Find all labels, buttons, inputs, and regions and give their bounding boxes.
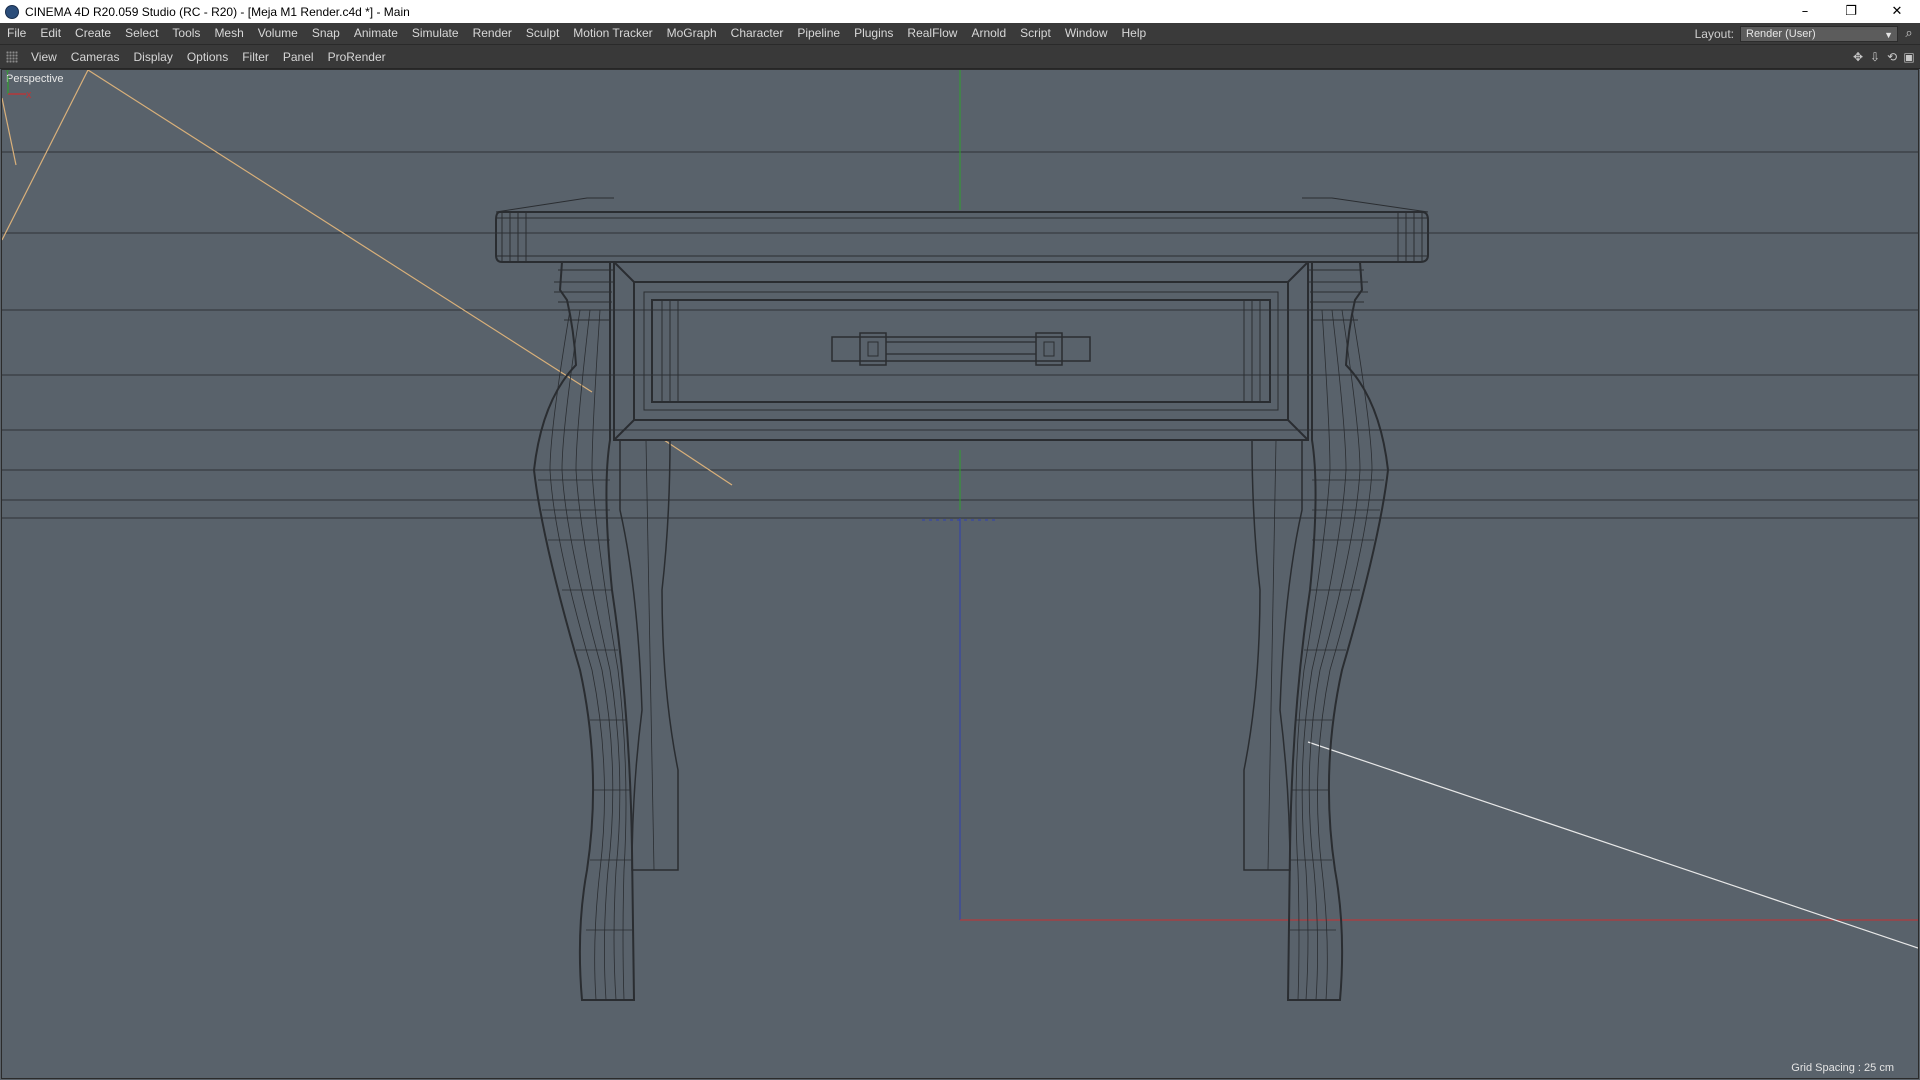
viewport-menu-panel[interactable]: Panel [276,50,321,64]
menu-pipeline[interactable]: Pipeline [790,23,847,44]
viewport-menu-cameras[interactable]: Cameras [64,50,127,64]
toggle-view-layout-icon[interactable]: ▣ [1902,50,1916,64]
window-controls: – ❐ ✕ [1782,0,1920,23]
window-title: CINEMA 4D R20.059 Studio (RC - R20) - [M… [25,4,410,19]
axis-gizmo-y-label: Y [4,70,10,77]
layout-area: Layout: Render (User) ▼ ⌕ [1695,23,1920,44]
menu-arnold[interactable]: Arnold [964,23,1013,44]
menu-character[interactable]: Character [724,23,791,44]
main-menu-bar: File Edit Create Select Tools Mesh Volum… [0,23,1920,45]
menu-edit[interactable]: Edit [33,23,68,44]
menu-sculpt[interactable]: Sculpt [519,23,566,44]
viewport-nav-icons: ✥ ⇩ ⟲ ▣ [1851,45,1916,68]
menu-mesh[interactable]: Mesh [207,23,250,44]
axis-gizmo-x-label: X [26,91,32,100]
menu-animate[interactable]: Animate [347,23,405,44]
viewport-menu-display[interactable]: Display [126,50,179,64]
menu-render[interactable]: Render [466,23,519,44]
viewport-scene [2,70,1918,1001]
restore-button[interactable]: ❐ [1828,0,1874,23]
menu-motion-tracker[interactable]: Motion Tracker [566,23,659,44]
close-button[interactable]: ✕ [1874,0,1920,23]
move-view-icon[interactable]: ✥ [1851,50,1865,64]
panel-grip-icon[interactable] [6,50,18,63]
axis-gizmo-icon: Y X [4,70,32,100]
menu-create[interactable]: Create [68,23,118,44]
menu-select[interactable]: Select [118,23,165,44]
viewport-menu-prorender[interactable]: ProRender [321,50,393,64]
perspective-viewport[interactable]: Perspective Y X Grid Spacing : 25 cm [1,69,1919,1079]
menu-plugins[interactable]: Plugins [847,23,900,44]
menu-realflow[interactable]: RealFlow [900,23,964,44]
viewport-menu-bar: View Cameras Display Options Filter Pane… [0,45,1920,69]
title-bar: CINEMA 4D R20.059 Studio (RC - R20) - [M… [0,0,1920,23]
menu-mograph[interactable]: MoGraph [660,23,724,44]
menu-help[interactable]: Help [1115,23,1154,44]
minimize-button[interactable]: – [1782,0,1828,23]
light-line-orange-2 [2,97,17,166]
viewport-menu-options[interactable]: Options [180,50,235,64]
menu-script[interactable]: Script [1013,23,1058,44]
layout-label: Layout: [1694,26,1734,41]
menu-file[interactable]: File [0,23,33,44]
viewport-menu-filter[interactable]: Filter [235,50,276,64]
menu-window[interactable]: Window [1058,23,1115,44]
menu-tools[interactable]: Tools [165,23,207,44]
search-icon[interactable]: ⌕ [1898,23,1920,44]
rotate-view-icon[interactable]: ⟲ [1885,50,1899,64]
menu-volume[interactable]: Volume [251,23,305,44]
light-line-white [1307,741,1918,949]
layout-dropdown[interactable]: Render (User) ▼ [1740,25,1898,42]
menu-simulate[interactable]: Simulate [405,23,466,44]
chevron-down-icon: ▼ [1884,29,1893,40]
light-line-orange-4 [663,439,733,486]
cinema4d-app-icon [5,4,19,19]
grid-spacing-label: Grid Spacing : 25 cm [1791,1062,1894,1074]
viewport-menu-view[interactable]: View [24,50,64,64]
zoom-view-icon[interactable]: ⇩ [1868,50,1882,64]
menu-snap[interactable]: Snap [305,23,347,44]
table-wireframe [495,197,1429,1001]
light-line-orange-3 [87,70,593,393]
layout-dropdown-value: Render (User) [1746,27,1816,40]
